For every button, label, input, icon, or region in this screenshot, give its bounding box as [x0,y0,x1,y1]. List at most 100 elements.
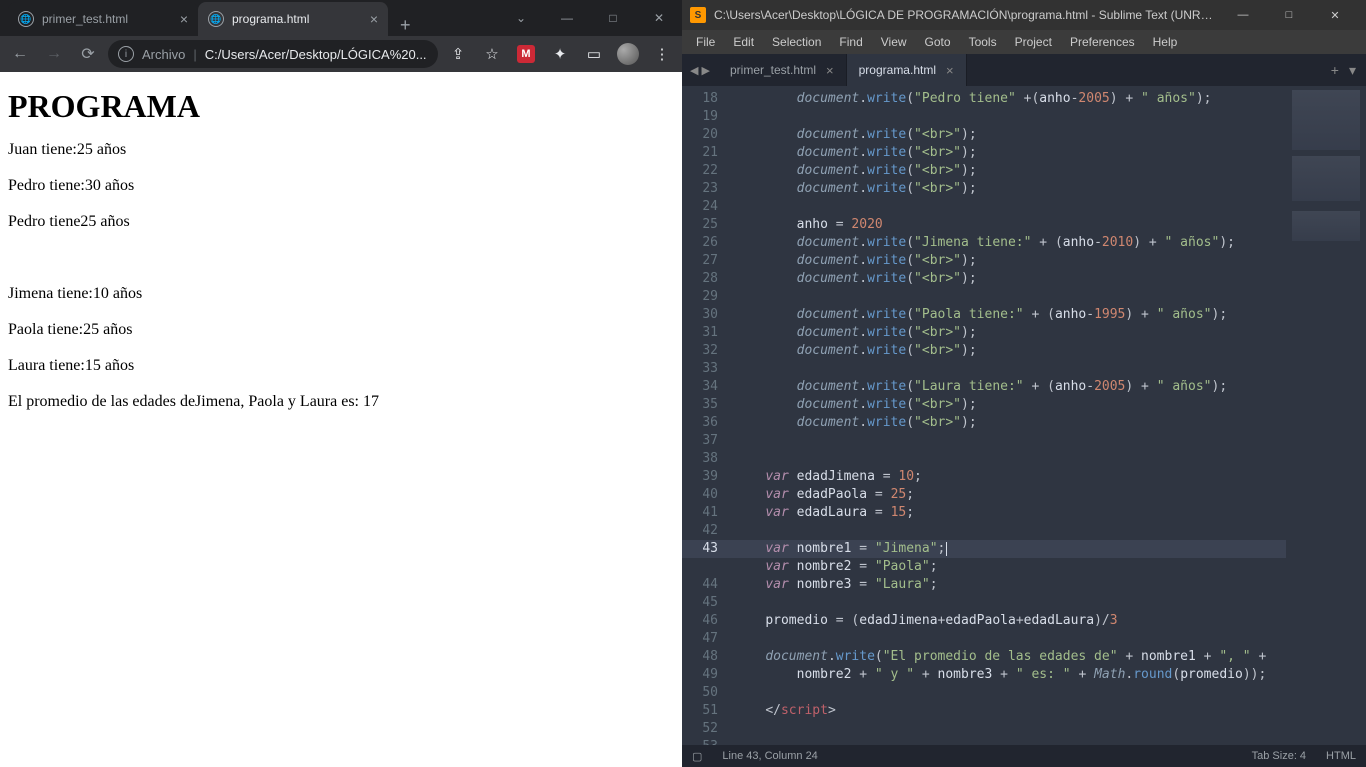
line-number[interactable]: 29 [702,289,718,304]
reading-list-icon[interactable]: ▭ [580,40,608,68]
status-tab-size[interactable]: Tab Size: 4 [1252,750,1306,762]
code-line[interactable]: document.write("<br>"); [726,396,1286,414]
line-number[interactable]: 23 [702,181,718,196]
line-number[interactable]: 28 [702,271,718,286]
minimap[interactable] [1286,86,1366,745]
code-line[interactable] [726,198,1286,216]
new-tab-plus-icon[interactable]: + [1331,62,1339,78]
line-number[interactable]: 19 [702,109,718,124]
maximize-icon[interactable]: □ [590,0,636,36]
menu-preferences[interactable]: Preferences [1062,33,1143,51]
code-line[interactable] [726,684,1286,702]
chrome-tab[interactable]: 🌐programa.html× [198,2,388,36]
line-number[interactable]: 51 [702,703,718,718]
line-number[interactable]: 48 [702,649,718,664]
forward-button[interactable]: → [40,40,68,68]
code-line[interactable] [726,288,1286,306]
line-number[interactable]: 35 [702,397,718,412]
line-number[interactable]: 33 [702,361,718,376]
code-line[interactable] [726,108,1286,126]
line-number[interactable]: 30 [702,307,718,322]
menu-help[interactable]: Help [1145,33,1186,51]
line-number[interactable]: 39 [702,469,718,484]
line-number[interactable]: 50 [702,685,718,700]
chrome-tab[interactable]: 🌐primer_test.html× [8,2,198,36]
line-number[interactable]: 18 [702,91,718,106]
back-button[interactable]: ← [6,40,34,68]
code-line[interactable] [726,360,1286,378]
editor-body[interactable]: 1819202122232425262728293031323334353637… [682,86,1366,745]
code-line[interactable]: document.write("<br>"); [726,162,1286,180]
line-number[interactable]: 40 [702,487,718,502]
tab-close-icon[interactable]: × [826,63,834,78]
code-line[interactable]: document.write("<br>"); [726,180,1286,198]
line-number[interactable]: 47 [702,631,718,646]
menu-view[interactable]: View [873,33,915,51]
code-line[interactable]: document.write("Paola tiene:" + (anho-19… [726,306,1286,324]
line-gutter[interactable]: 1819202122232425262728293031323334353637… [682,86,726,745]
code-area[interactable]: document.write("Pedro tiene" +(anho-2005… [726,86,1286,745]
tab-dropdown-icon[interactable]: ▾ [1349,62,1356,79]
line-number[interactable]: 53 [702,739,718,745]
menu-selection[interactable]: Selection [764,33,829,51]
sublime-minimize-icon[interactable]: — [1220,0,1266,30]
code-line[interactable]: nombre2 + " y " + nombre3 + " es: " + Ma… [726,666,1286,684]
sublime-close-icon[interactable]: ✕ [1312,0,1358,30]
code-line[interactable]: anho = 2020 [726,216,1286,234]
menu-project[interactable]: Project [1007,33,1060,51]
minimize-icon[interactable]: — [544,0,590,36]
code-line[interactable]: document.write("Laura tiene:" + (anho-20… [726,378,1286,396]
share-icon[interactable]: ⇪ [444,40,472,68]
code-line[interactable]: document.write("<br>"); [726,126,1286,144]
code-line[interactable] [726,720,1286,738]
code-line[interactable]: </script> [726,702,1286,720]
line-number[interactable]: 20 [702,127,718,142]
code-line[interactable] [726,594,1286,612]
line-number[interactable]: 52 [702,721,718,736]
code-line[interactable] [726,450,1286,468]
code-line[interactable] [726,432,1286,450]
code-line[interactable]: var nombre3 = "Laura"; [726,576,1286,594]
line-number[interactable]: 25 [702,217,718,232]
line-number[interactable]: 32 [702,343,718,358]
code-line[interactable]: document.write("Pedro tiene" +(anho-2005… [726,90,1286,108]
code-line[interactable]: var nombre2 = "Paola"; [726,558,1286,576]
line-number[interactable]: 22 [702,163,718,178]
line-number[interactable]: 44 [702,577,718,592]
line-number[interactable]: 42 [702,523,718,538]
editor-tab[interactable]: programa.html× [847,54,967,86]
line-number[interactable]: 34 [702,379,718,394]
code-line[interactable]: document.write("<br>"); [726,324,1286,342]
status-language[interactable]: HTML [1326,750,1356,762]
status-panel-icon[interactable]: ▢ [692,750,702,763]
line-number[interactable]: 45 [702,595,718,610]
code-line[interactable]: document.write("<br>"); [726,414,1286,432]
line-number[interactable]: 37 [702,433,718,448]
code-line[interactable]: document.write("<br>"); [726,270,1286,288]
sublime-maximize-icon[interactable]: □ [1266,0,1312,30]
site-info-icon[interactable]: i [118,46,134,62]
tab-close-icon[interactable]: × [370,11,378,27]
profile-avatar[interactable] [614,40,642,68]
code-line[interactable] [726,522,1286,540]
tab-close-icon[interactable]: × [946,63,954,78]
line-number[interactable]: 27 [702,253,718,268]
code-line[interactable]: document.write("<br>"); [726,342,1286,360]
line-number[interactable]: 21 [702,145,718,160]
chrome-dropdown-icon[interactable]: ⌄ [498,0,544,36]
menu-file[interactable]: File [688,33,723,51]
code-line[interactable]: promedio = (edadJimena+edadPaola+edadLau… [726,612,1286,630]
line-number[interactable]: 46 [702,613,718,628]
close-icon[interactable]: ✕ [636,0,682,36]
menu-find[interactable]: Find [831,33,870,51]
line-number[interactable]: 43 [682,540,726,558]
new-tab-button[interactable]: + [388,15,423,36]
extensions-puzzle-icon[interactable]: ✦ [546,40,574,68]
code-line[interactable]: document.write("<br>"); [726,144,1286,162]
line-number[interactable]: 38 [702,451,718,466]
code-line[interactable]: document.write("Jimena tiene:" + (anho-2… [726,234,1286,252]
mendeley-extension-icon[interactable]: M [512,40,540,68]
chrome-menu-icon[interactable]: ⋮ [648,40,676,68]
line-number[interactable]: 26 [702,235,718,250]
line-number[interactable]: 36 [702,415,718,430]
